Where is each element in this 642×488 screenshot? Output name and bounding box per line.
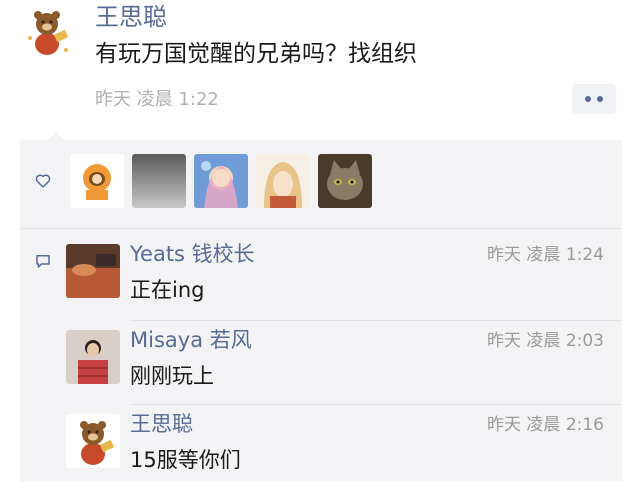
like-avatar-gray-photo[interactable] — [132, 154, 186, 208]
comment-author[interactable]: Misaya 若风 — [130, 326, 252, 354]
like-avatar-kenny[interactable] — [70, 154, 124, 208]
comment-author[interactable]: 王思聪 — [130, 410, 193, 438]
interaction-panel: Yeats 钱校长 昨天 凌晨 1:24 正在ing Misaya 若风 昨天 … — [20, 132, 622, 481]
kenny-avatar-icon — [70, 154, 124, 208]
post-author-avatar[interactable] — [20, 4, 74, 58]
comment-avatar[interactable] — [66, 244, 120, 298]
anime-girl-avatar-icon — [194, 154, 248, 208]
comment-time: 昨天 凌晨 2:03 — [487, 331, 604, 351]
comment-time: 昨天 凌晨 1:24 — [487, 245, 604, 265]
like-avatar-anime-girl[interactable] — [194, 154, 248, 208]
panel-pointer — [48, 132, 64, 140]
post-timestamp: 昨天 凌晨 1:22 — [95, 89, 219, 110]
comment-item[interactable]: Misaya 若风 昨天 凌晨 2:03 刚刚玩上 — [66, 324, 622, 404]
likes-divider — [20, 228, 622, 229]
cat-avatar-icon — [318, 154, 372, 208]
comment-avatar[interactable] — [66, 414, 120, 468]
photo-avatar-icon — [66, 244, 120, 298]
post-author-name[interactable]: 王思聪 — [95, 2, 167, 32]
heart-icon — [35, 174, 51, 188]
more-dot — [597, 96, 603, 102]
like-avatar-cat[interactable] — [318, 154, 372, 208]
more-dots-icon — [585, 96, 591, 102]
comment-author[interactable]: Yeats 钱校长 — [130, 240, 255, 268]
post-content: 有玩万国觉醒的兄弟吗？找组织 — [95, 41, 417, 67]
comment-avatar[interactable] — [66, 330, 120, 384]
bear-avatar-icon — [20, 4, 74, 58]
comment-time: 昨天 凌晨 2:16 — [487, 415, 604, 435]
more-actions-button[interactable] — [572, 84, 616, 114]
comment-item[interactable]: 王思聪 昨天 凌晨 2:16 15服等你们 — [66, 408, 622, 488]
person-avatar-icon — [66, 330, 120, 384]
likes-row — [20, 140, 622, 228]
anime-blonde-avatar-icon — [256, 154, 310, 208]
comment-divider — [130, 404, 622, 405]
comment-icon — [36, 255, 50, 268]
comment-divider — [130, 320, 622, 321]
bear-avatar-icon — [66, 414, 120, 468]
like-avatar-anime-blonde[interactable] — [256, 154, 310, 208]
comment-item[interactable]: Yeats 钱校长 昨天 凌晨 1:24 正在ing — [66, 238, 622, 318]
comment-text: 正在ing — [130, 278, 205, 302]
comment-text: 15服等你们 — [130, 448, 241, 472]
comment-text: 刚刚玩上 — [130, 364, 214, 388]
gray-photo-avatar-icon — [132, 154, 186, 208]
